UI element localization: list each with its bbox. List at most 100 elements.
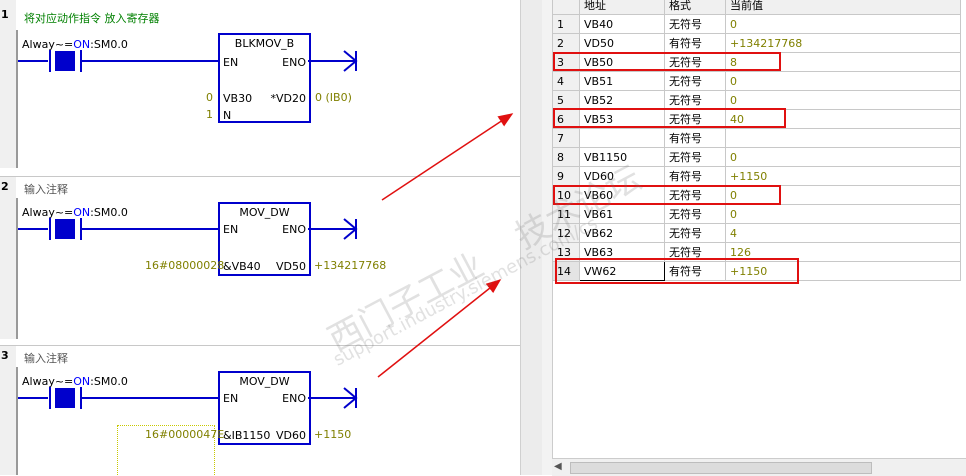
wire <box>82 228 219 230</box>
scroll-left-icon[interactable]: ◀ <box>554 461 562 472</box>
power-rail <box>16 30 18 168</box>
block-title: BLKMOV_B <box>234 37 295 50</box>
table-row[interactable]: 2 VD50 有符号 +134217768 <box>552 33 961 53</box>
pin-n: N <box>223 109 232 122</box>
network-gutter <box>0 177 16 339</box>
header-current-value[interactable]: 当前值 <box>725 0 961 15</box>
horizontal-scrollbar[interactable]: ◀ <box>552 458 966 476</box>
format-cell[interactable]: 无符号 <box>664 14 726 34</box>
wire <box>308 60 356 62</box>
address-cell[interactable]: VB52 <box>579 90 665 110</box>
network-gutter <box>0 0 16 168</box>
address-cell[interactable]: VB40 <box>579 14 665 34</box>
current-value-cell[interactable]: 0 <box>725 147 961 167</box>
format-cell[interactable]: 无符号 <box>664 71 726 91</box>
current-value-cell[interactable]: 4 <box>725 223 961 243</box>
current-value-cell[interactable]: 0 <box>725 204 961 224</box>
wire <box>18 397 48 399</box>
address-cell[interactable] <box>579 128 665 148</box>
block-title: MOV_DW <box>239 206 290 219</box>
contact-symbol[interactable] <box>55 51 75 71</box>
network-separator <box>0 176 520 177</box>
ladder-editor[interactable]: 1 将对应动作指令 放入寄存器 Alway~=ON:SM0.0 BLKMOV_B… <box>0 0 520 475</box>
address-cell[interactable]: VD50 <box>579 33 665 53</box>
table-row[interactable]: 5 VB52 无符号 0 <box>552 90 961 110</box>
contact-label: Alway~=ON:SM0.0 <box>22 375 128 388</box>
in-value: 16#0000047E <box>145 428 225 441</box>
pin-eno: ENO <box>282 223 306 236</box>
n-value: 1 <box>206 108 213 121</box>
wire <box>308 228 356 230</box>
highlight-row-14 <box>555 258 799 284</box>
contact-bar-left <box>49 387 51 409</box>
network-number: 2 <box>1 180 9 193</box>
pin-en: EN <box>223 223 239 236</box>
scroll-thumb[interactable] <box>570 462 872 474</box>
contact-symbol[interactable] <box>55 219 75 239</box>
out-value: +1150 <box>314 428 352 441</box>
function-block-mov-dw[interactable]: MOV_DW EN ENO &VB40 VD50 <box>218 202 311 276</box>
out-value: 0 (IB0) <box>315 91 352 104</box>
contact-label: Alway~=ON:SM0.0 <box>22 38 128 51</box>
row-number: 4 <box>552 71 580 91</box>
in-value: 0 <box>206 91 213 104</box>
pin-en: EN <box>223 56 239 69</box>
wire <box>308 397 356 399</box>
power-rail <box>16 367 18 475</box>
pin-eno: ENO <box>282 56 306 69</box>
pin-eno: ENO <box>282 392 306 405</box>
pin-out: VD60 <box>276 429 306 442</box>
network-comment[interactable]: 输入注释 <box>24 181 68 197</box>
status-chart-table: 地址 格式 当前值 1 VB40 无符号 0 2 VD50 有符号 +134217768 3 VB… <box>552 0 961 281</box>
network-number: 1 <box>1 8 9 21</box>
power-rail <box>16 198 18 339</box>
pin-in: &VB40 <box>223 260 261 273</box>
wire <box>82 60 219 62</box>
row-number: 8 <box>552 147 580 167</box>
table-row[interactable]: 1 VB40 无符号 0 <box>552 14 961 34</box>
network-separator <box>0 345 520 346</box>
current-value-cell[interactable]: 0 <box>725 14 961 34</box>
contact-symbol[interactable] <box>55 388 75 408</box>
address-cell[interactable]: VB51 <box>579 71 665 91</box>
format-cell[interactable]: 无符号 <box>664 204 726 224</box>
network-comment[interactable]: 将对应动作指令 放入寄存器 <box>24 10 160 26</box>
current-value-cell[interactable]: 0 <box>725 90 961 110</box>
pin-out: *VD20 <box>270 92 307 105</box>
network-number: 3 <box>1 349 9 362</box>
pin-in: &IB1150 <box>223 429 271 442</box>
contact-label: Alway~=ON:SM0.0 <box>22 206 128 219</box>
format-cell[interactable]: 无符号 <box>664 223 726 243</box>
table-row[interactable]: 12 VB62 无符号 4 <box>552 223 961 243</box>
table-row[interactable]: 4 VB51 无符号 0 <box>552 71 961 91</box>
header-rownum <box>552 0 580 15</box>
pin-in: VB30 <box>223 92 253 105</box>
network-comment[interactable]: 输入注释 <box>24 350 68 366</box>
network-gutter <box>0 346 16 475</box>
row-number: 1 <box>552 14 580 34</box>
current-value-cell[interactable]: +134217768 <box>725 33 961 53</box>
header-address[interactable]: 地址 <box>579 0 665 15</box>
format-cell[interactable]: 有符号 <box>664 33 726 53</box>
current-value-cell[interactable] <box>725 128 961 148</box>
pin-out: VD50 <box>276 260 306 273</box>
contact-bar-left <box>49 218 51 240</box>
row-number: 2 <box>552 33 580 53</box>
format-cell[interactable]: 有符号 <box>664 166 726 186</box>
wire <box>82 397 219 399</box>
header-format[interactable]: 格式 <box>664 0 726 15</box>
highlight-row-6 <box>553 108 786 128</box>
in-value: 16#08000028 <box>145 259 225 272</box>
format-cell[interactable]: 有符号 <box>664 128 726 148</box>
function-block-blkmov-b[interactable]: BLKMOV_B EN ENO VB30 *VD20 N <box>218 33 311 123</box>
current-value-cell[interactable]: 0 <box>725 71 961 91</box>
block-title: MOV_DW <box>239 375 290 388</box>
format-cell[interactable]: 无符号 <box>664 147 726 167</box>
function-block-mov-dw[interactable]: MOV_DW EN ENO &IB1150 VD60 <box>218 371 311 445</box>
table-row[interactable]: 7 有符号 <box>552 128 961 148</box>
wire <box>18 228 48 230</box>
format-cell[interactable]: 无符号 <box>664 90 726 110</box>
row-number: 5 <box>552 90 580 110</box>
current-value-cell[interactable]: +1150 <box>725 166 961 186</box>
status-chart-header: 地址 格式 当前值 <box>552 0 961 15</box>
